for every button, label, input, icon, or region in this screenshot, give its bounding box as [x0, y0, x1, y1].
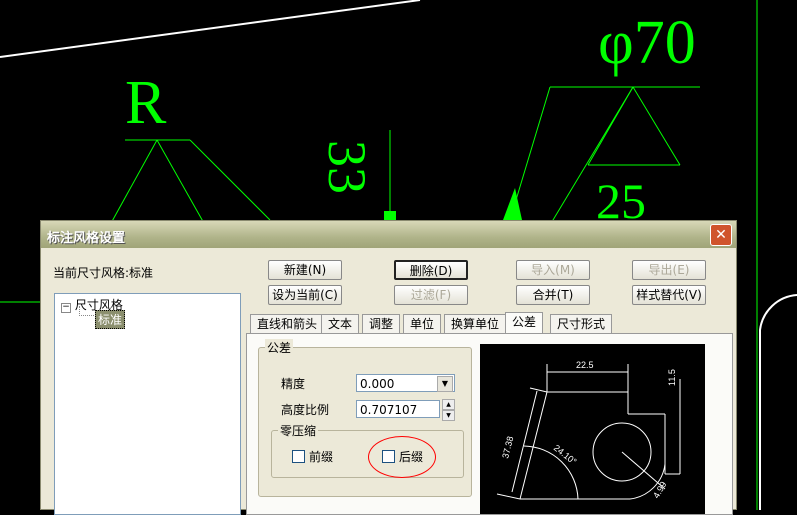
cad-label-33: 33	[317, 140, 377, 194]
tab-tolerance[interactable]: 公差	[505, 312, 544, 335]
tolerance-panel: 公差 精度 0.000 ▼ 高度比例 0.707107 ▲ ▼ 零压缩 前缀 后缀 …	[246, 333, 733, 515]
height-scale-input[interactable]: 0.707107	[356, 400, 440, 418]
current-style-label: 当前尺寸风格:标准	[53, 266, 154, 280]
leading-label: 前缀	[309, 450, 334, 464]
tolerance-group-label: 公差	[265, 339, 294, 356]
tab-text[interactable]: 文本	[321, 314, 360, 334]
style-override-button[interactable]: 样式替代(V)	[632, 285, 706, 305]
tab-lines-arrows[interactable]: 直线和箭头	[250, 314, 325, 334]
cad-label-phi70: φ70	[598, 9, 696, 77]
dropdown-arrow-icon[interactable]: ▼	[437, 376, 453, 392]
close-button[interactable]: ✕	[710, 224, 732, 246]
zero-suppress-label: 零压缩	[278, 422, 319, 439]
preview-label-width: 22.5	[576, 360, 594, 370]
leading-checkbox[interactable]	[292, 450, 305, 463]
red-highlight-ellipse	[368, 436, 436, 478]
import-button[interactable]: 导入(M)	[516, 260, 590, 280]
precision-label: 精度	[281, 377, 306, 391]
tolerance-preview: 22.5 11.5 37.38 24.10° 4.99	[480, 344, 705, 514]
tree-item-standard[interactable]: 标准	[95, 310, 126, 329]
set-current-button[interactable]: 设为当前(C)	[268, 285, 342, 305]
tab-dimension-form[interactable]: 尺寸形式	[550, 314, 613, 334]
new-button[interactable]: 新建(N)	[268, 260, 342, 280]
precision-select[interactable]: 0.000 ▼	[356, 374, 455, 392]
height-scale-label: 高度比例	[281, 403, 330, 417]
tab-units[interactable]: 单位	[403, 314, 442, 334]
spin-up-icon[interactable]: ▲	[442, 399, 455, 410]
tab-fit[interactable]: 调整	[362, 314, 401, 334]
export-button[interactable]: 导出(E)	[632, 260, 706, 280]
collapse-icon[interactable]: −	[61, 303, 71, 313]
zero-suppress-group: 零压缩 前缀 后缀	[271, 422, 464, 478]
filter-button[interactable]: 过滤(F)	[394, 285, 468, 305]
preview-label-height: 11.5	[667, 369, 677, 386]
dialog-title-bar[interactable]: 标注风格设置 ✕	[41, 221, 736, 248]
cad-label-r: R	[125, 69, 167, 137]
dialog-title: 标注风格设置	[47, 231, 126, 246]
merge-button[interactable]: 合并(T)	[516, 285, 590, 305]
spin-down-icon[interactable]: ▼	[442, 410, 455, 421]
style-tree[interactable]: − 尺寸风格 标准	[54, 293, 241, 515]
dimension-style-dialog: 标注风格设置 ✕ 当前尺寸风格:标准 新建(N) 删除(D) 导入(M) 导出(E…	[40, 220, 737, 515]
delete-button[interactable]: 删除(D)	[394, 260, 468, 280]
tolerance-group: 公差 精度 0.000 ▼ 高度比例 0.707107 ▲ ▼ 零压缩 前缀 后缀	[258, 339, 472, 497]
tab-alt-units[interactable]: 换算单位	[444, 314, 507, 334]
height-scale-spinner[interactable]: ▲ ▼	[442, 399, 455, 421]
